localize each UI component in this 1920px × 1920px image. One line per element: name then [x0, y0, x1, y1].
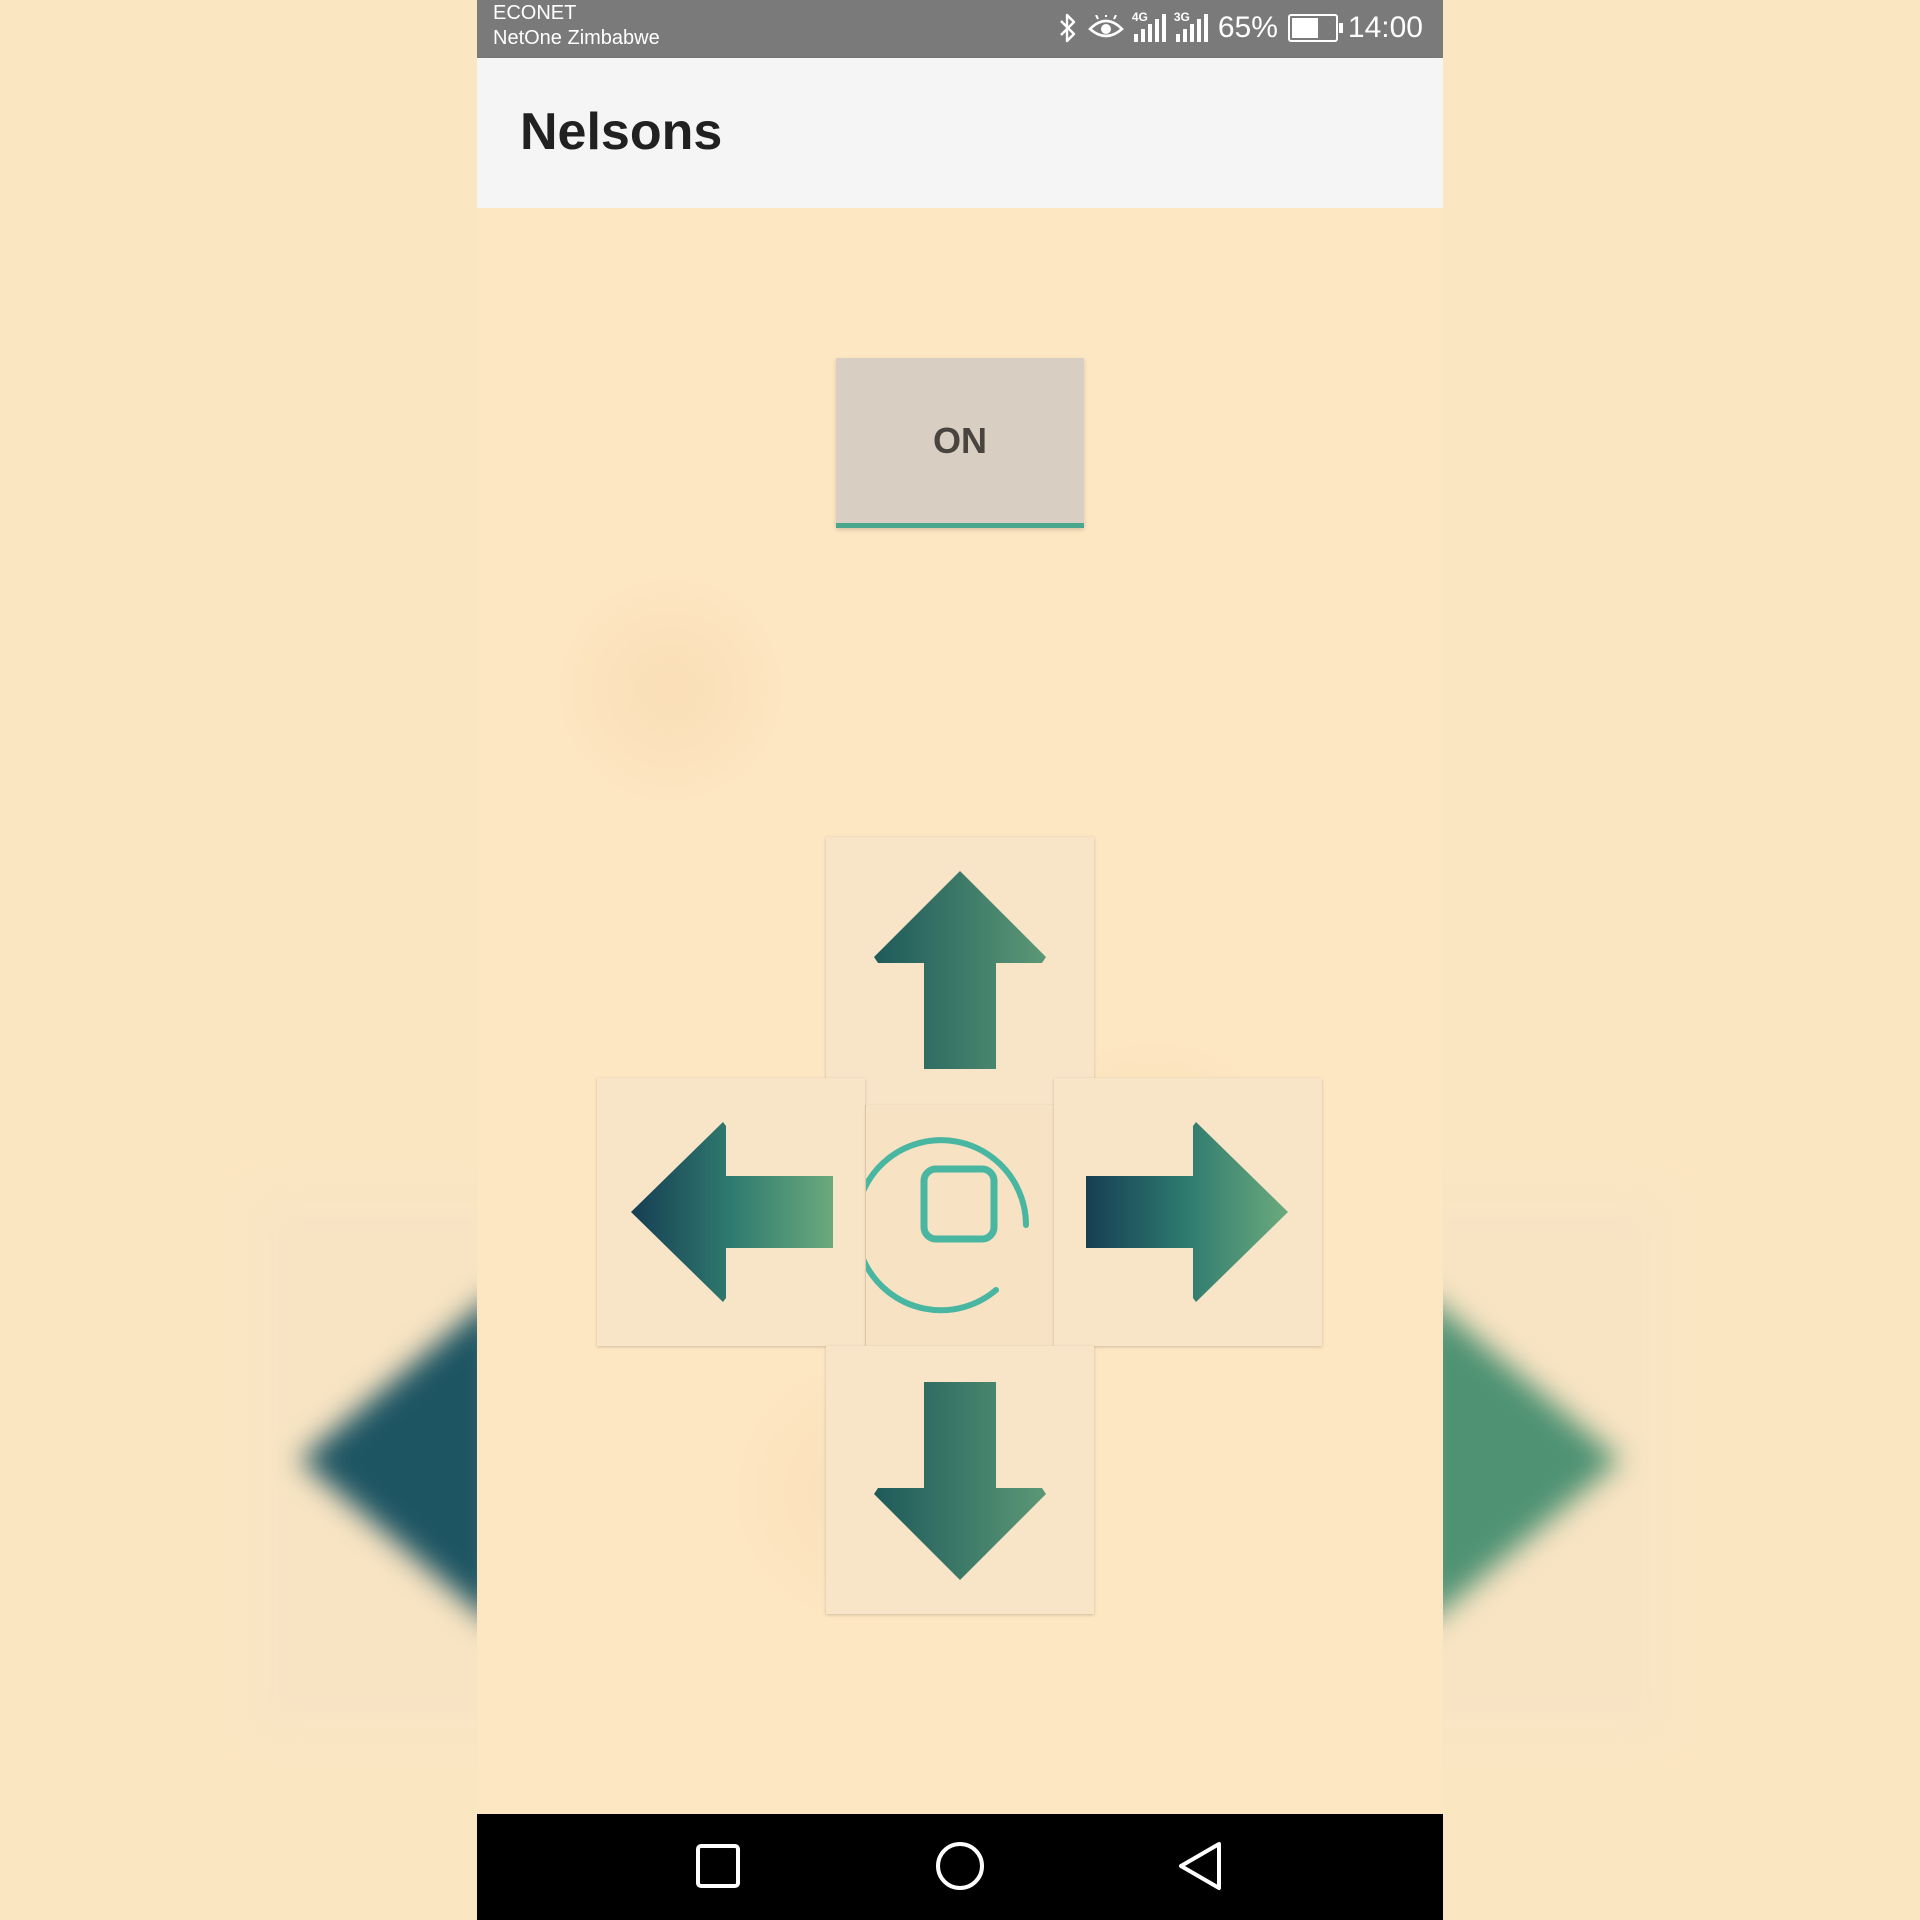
signal-icon: 3G [1174, 10, 1208, 42]
eye-icon [1087, 15, 1124, 41]
app-bar: Nelsons [477, 58, 1443, 208]
triangle-back-icon [1179, 1842, 1221, 1890]
main-content: ON [477, 208, 1443, 1814]
navigation-bar [477, 1814, 1443, 1920]
bluetooth-icon [1058, 13, 1078, 43]
phone-screen: ECONET NetOne Zimbabwe 4G 3G 65% 14:00 N… [477, 0, 1443, 1920]
power-toggle-button[interactable]: ON [836, 358, 1084, 528]
arrow-down-icon [874, 1382, 1046, 1580]
battery-percent: 65% [1217, 11, 1278, 44]
blurred-right-arrow [1420, 1290, 1620, 1630]
app-title: Nelsons [520, 103, 723, 161]
square-icon [696, 1844, 740, 1888]
clock: 14:00 [1347, 11, 1423, 44]
recents-button[interactable] [688, 1836, 748, 1896]
carrier-secondary: NetOne Zimbabwe [493, 27, 660, 49]
status-bar: ECONET NetOne Zimbabwe 4G 3G 65% 14:00 [477, 0, 1443, 58]
stop-icon [866, 1137, 1029, 1314]
status-icons: 4G 3G 65% 14:00 [1058, 8, 1423, 48]
battery-icon [1287, 14, 1343, 42]
arrow-up-icon [874, 871, 1046, 1069]
network-type-label: 3G [1173, 10, 1190, 24]
signal-icon: 4G [1132, 10, 1166, 42]
right-button[interactable] [1054, 1078, 1322, 1346]
left-button[interactable] [597, 1078, 865, 1346]
down-button[interactable] [826, 1346, 1094, 1614]
home-button[interactable] [930, 1836, 990, 1896]
back-button[interactable] [1170, 1836, 1230, 1896]
blurred-left-arrow [300, 1290, 500, 1630]
arrow-right-icon [1086, 1122, 1288, 1302]
circle-icon [936, 1842, 984, 1890]
stop-button[interactable] [866, 1105, 1054, 1346]
network-type-label: 4G [1131, 10, 1148, 24]
up-button[interactable] [826, 837, 1094, 1105]
arrow-left-icon [631, 1122, 833, 1302]
carrier-primary: ECONET [493, 2, 577, 24]
